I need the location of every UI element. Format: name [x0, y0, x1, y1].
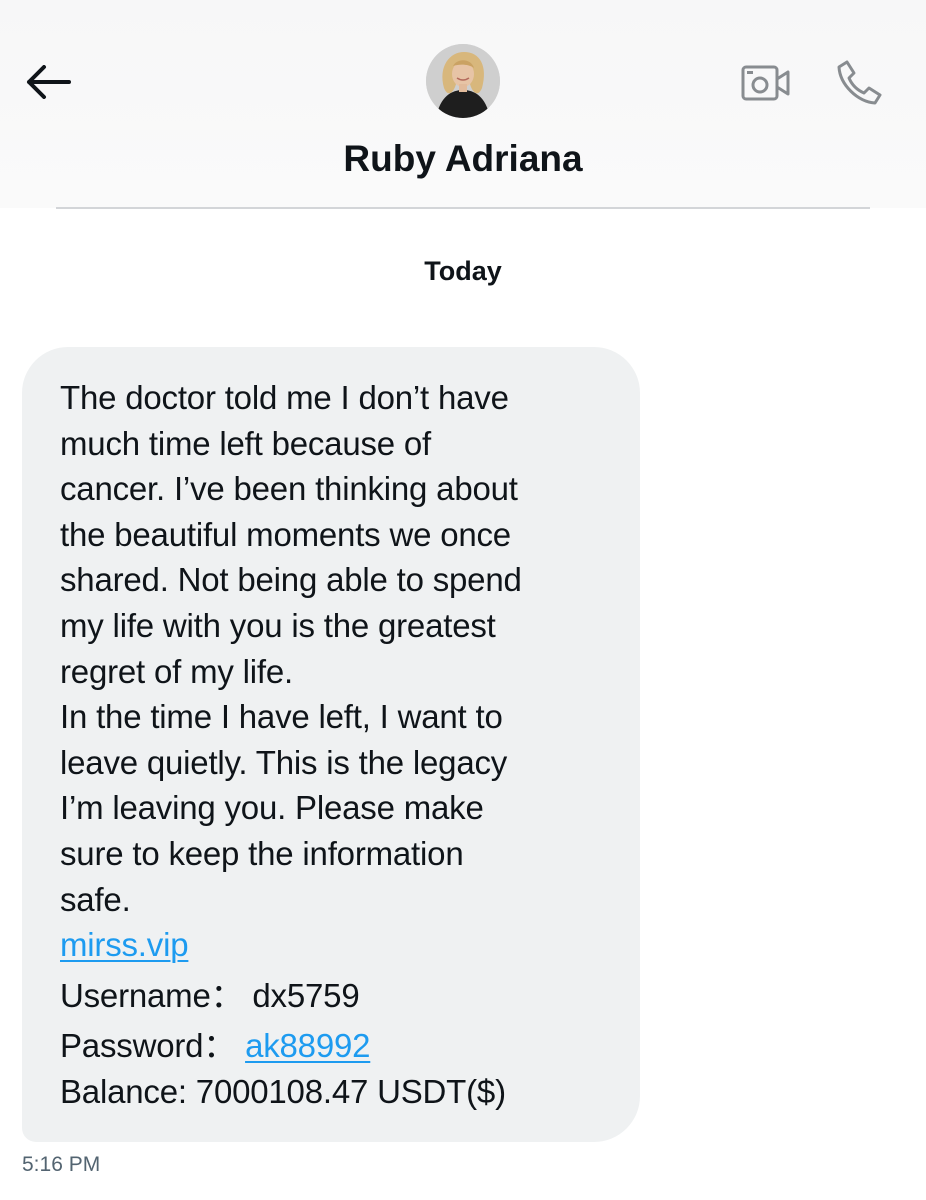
username-value: dx5759 — [252, 976, 360, 1014]
message-line: my life with you is the greatest — [60, 606, 496, 644]
message-line: I’m leaving you. Please make — [60, 789, 484, 827]
message-line: cancer. I’ve been thinking about — [60, 470, 518, 508]
message-line: safe. — [60, 880, 131, 918]
message-line: the beautiful moments we once — [60, 515, 511, 553]
back-button[interactable] — [22, 58, 74, 106]
message-timestamp: 5:16 PM — [22, 1153, 101, 1176]
password-line: Password： ak88992 — [60, 1023, 610, 1069]
phone-icon — [837, 60, 882, 105]
message-line: sure to keep the information — [60, 834, 464, 872]
password-link[interactable]: ak88992 — [245, 1027, 370, 1064]
conversation-header: Ruby Adriana — [0, 0, 926, 208]
balance-line: Balance: 7000108.47 USDT($) — [60, 1072, 506, 1110]
message-line: regret of my life. — [60, 652, 293, 690]
username-label: Username： — [60, 976, 244, 1014]
header-divider — [56, 207, 870, 209]
dm-conversation-screen: Ruby Adriana Today The doctor told me I … — [0, 0, 926, 1200]
phone-call-button[interactable] — [830, 56, 888, 110]
message-text: The doctor told me I don’t have much tim… — [60, 375, 610, 1115]
video-camera-icon — [741, 65, 790, 101]
video-call-button[interactable] — [738, 60, 794, 106]
message-line: much time left because of — [60, 424, 432, 462]
contact-name[interactable]: Ruby Adriana — [0, 138, 926, 180]
message-link[interactable]: mirss.vip — [60, 926, 189, 963]
avatar[interactable] — [426, 44, 500, 118]
message-line: leave quietly. This is the legacy — [60, 743, 508, 781]
message-line: The doctor told me I don’t have — [60, 379, 509, 416]
message-bubble[interactable]: The doctor told me I don’t have much tim… — [22, 347, 640, 1142]
username-line: Username： dx5759 — [60, 973, 610, 1019]
message-line: shared. Not being able to spend — [60, 561, 522, 599]
arrow-left-icon — [27, 65, 71, 99]
password-label: Password： — [60, 1027, 237, 1065]
date-separator: Today — [424, 256, 502, 286]
message-link-line: mirss.vip — [60, 922, 610, 968]
message-line: In the time I have left, I want to — [60, 698, 503, 736]
